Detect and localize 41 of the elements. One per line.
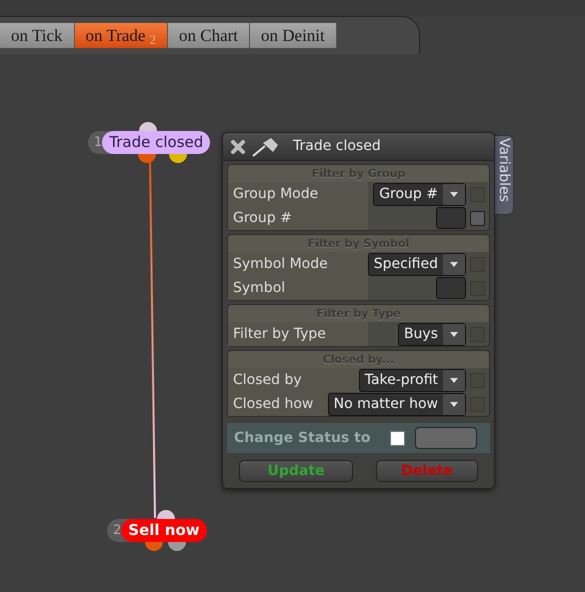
caret-icon bbox=[443, 394, 465, 414]
node-background[interactable]: 1 Trade closed bbox=[88, 131, 210, 154]
input-field[interactable] bbox=[415, 427, 478, 449]
dropdown[interactable]: Take-profit bbox=[358, 368, 466, 392]
input-field[interactable] bbox=[436, 207, 466, 229]
caret-icon bbox=[443, 324, 465, 344]
node-label[interactable]: Trade closed bbox=[102, 131, 210, 154]
status-label: Change Status to bbox=[234, 428, 370, 448]
caret-icon bbox=[443, 184, 465, 204]
field-label: Group Mode bbox=[228, 182, 368, 206]
dropdown[interactable]: No matter how bbox=[328, 392, 466, 416]
port-icon[interactable] bbox=[157, 509, 175, 519]
field-label: Group # bbox=[228, 206, 368, 230]
panel-title: Trade closed bbox=[293, 137, 381, 156]
caret-icon bbox=[443, 254, 465, 274]
node-number: 1 bbox=[93, 134, 102, 152]
input-field[interactable] bbox=[436, 277, 466, 299]
field-label: Symbol bbox=[228, 276, 368, 300]
field-label: Symbol Mode bbox=[228, 252, 368, 276]
event-tab[interactable]: on Tick bbox=[0, 23, 74, 48]
checkbox[interactable] bbox=[470, 210, 485, 226]
event-tab[interactable]: on Deinit bbox=[250, 23, 337, 48]
node-number: 2 bbox=[112, 522, 122, 540]
port-icon[interactable] bbox=[169, 154, 187, 163]
caret-icon bbox=[443, 370, 465, 390]
checkbox[interactable] bbox=[390, 430, 406, 446]
port-icon[interactable] bbox=[145, 542, 163, 551]
dropdown[interactable]: Specified bbox=[368, 252, 466, 276]
dropdown[interactable]: Buys bbox=[398, 322, 466, 346]
event-tab[interactable]: on Trade $_{2}$ bbox=[74, 23, 168, 48]
close-icon[interactable] bbox=[229, 138, 247, 156]
variables-tab[interactable]: Variables bbox=[493, 135, 514, 215]
field-label: Closed how bbox=[228, 392, 328, 416]
event-tab[interactable]: on Chart bbox=[168, 23, 250, 48]
dropdown[interactable]: Group # bbox=[373, 182, 466, 206]
port-icon[interactable] bbox=[138, 154, 156, 163]
node-label[interactable]: Sell now bbox=[121, 519, 207, 542]
port-icon[interactable] bbox=[139, 121, 157, 131]
field-label: Filter by Type bbox=[228, 322, 368, 346]
field-label: Closed by bbox=[228, 368, 359, 392]
port-icon[interactable] bbox=[168, 542, 186, 551]
